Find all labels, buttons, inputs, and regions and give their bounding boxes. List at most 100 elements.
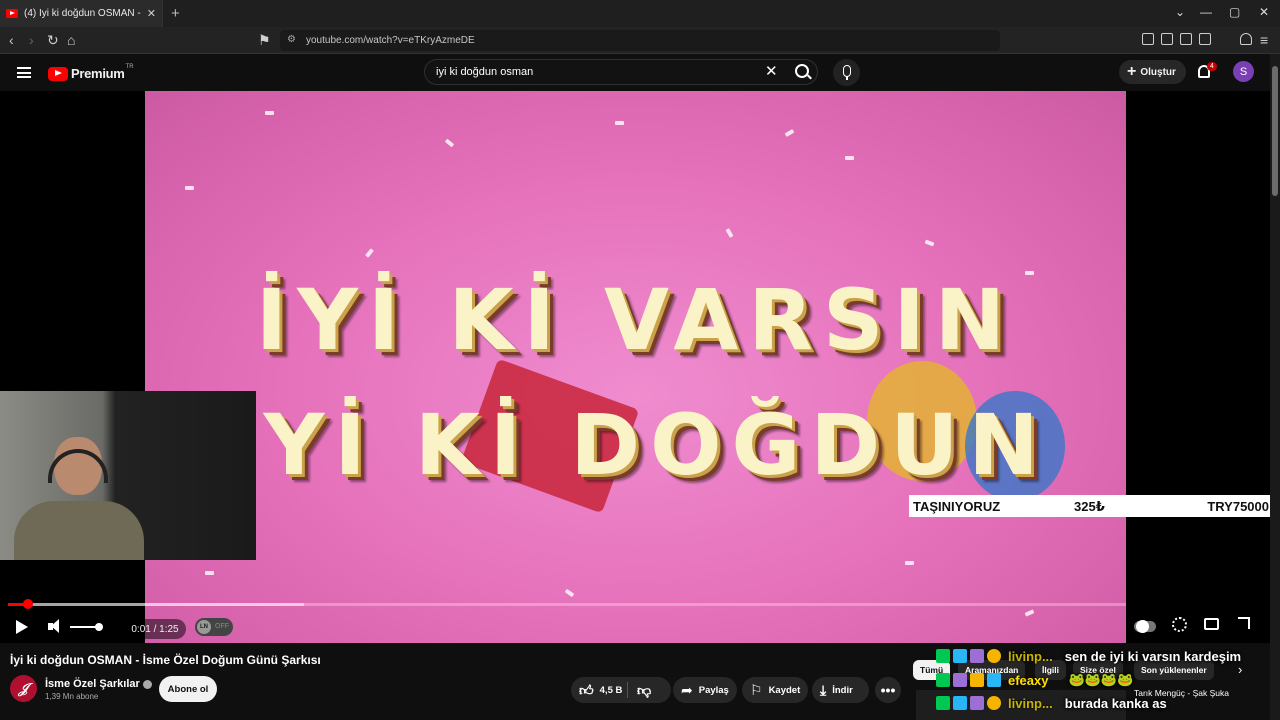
toggle-state: OFF: [215, 623, 229, 630]
channel-name-link[interactable]: İsme Özel Şarkılar: [45, 678, 152, 690]
thumbs-down-icon[interactable]: 👎︎: [637, 682, 651, 699]
download-label: İndir: [832, 684, 853, 696]
hamburger-menu-icon[interactable]: [17, 67, 31, 78]
tab-search-icon[interactable]: ⌄: [1175, 5, 1185, 19]
reload-icon[interactable]: ↻: [47, 32, 59, 48]
search-input[interactable]: iyi ki doğdun osman ✕: [424, 59, 818, 85]
url-bar[interactable]: ⚙ youtube.com/watch?v=eTKryAzmeDE: [280, 30, 1000, 51]
browser-tab[interactable]: (4) İyi ki doğdun OSMAN - İsme ✕: [0, 0, 163, 27]
youtube-favicon-icon: [6, 9, 18, 18]
tab-title: (4) İyi ki doğdun OSMAN - İsme: [24, 8, 143, 19]
like-dislike-group: 👍︎ 4,5 B 👎︎: [571, 677, 671, 703]
more-actions-button[interactable]: •••: [875, 677, 901, 703]
youtube-header: Premium TR iyi ki doğdun osman ✕ + Oluşt…: [0, 54, 1280, 91]
chat-badge-icon: [970, 696, 984, 710]
like-divider: [627, 682, 628, 698]
create-button[interactable]: + Oluştur: [1119, 60, 1186, 84]
music-icon[interactable]: [1161, 33, 1173, 45]
minimize-icon[interactable]: —: [1200, 5, 1212, 19]
video-player[interactable]: İYİ Kİ VARSIN İYİ Kİ DOĞDUN TAŞINIYORUZ …: [0, 91, 1271, 643]
forward-icon[interactable]: ›: [29, 32, 34, 48]
time-display: 0:01 / 1:25: [124, 619, 186, 639]
url-text: youtube.com/watch?v=eTKryAzmeDE: [306, 35, 475, 46]
clear-search-icon[interactable]: ✕: [765, 62, 778, 80]
scroll-thumb[interactable]: [1272, 66, 1278, 196]
chat-badge-icon: [953, 696, 967, 710]
bookmark-save-icon: ⚐: [750, 682, 763, 698]
voice-search-mic-icon[interactable]: [833, 59, 860, 86]
search-icon[interactable]: [795, 64, 809, 78]
video-text-line1: İYİ Kİ VARSIN: [255, 271, 1016, 369]
page-scrollbar[interactable]: [1270, 54, 1280, 720]
channel-name: İsme Özel Şarkılar: [45, 678, 140, 690]
sidebar-icon[interactable]: [1180, 33, 1192, 45]
chat-badge-icon: [953, 673, 967, 687]
chat-badge-icon: [936, 649, 950, 663]
like-count[interactable]: 4,5 B: [600, 685, 623, 696]
video-frame[interactable]: İYİ Kİ VARSIN İYİ Kİ DOĞDUN: [145, 91, 1126, 643]
wallet-icon[interactable]: [1199, 33, 1211, 45]
tab-close-icon[interactable]: ✕: [147, 7, 156, 20]
close-window-icon[interactable]: ✕: [1259, 5, 1269, 19]
chat-badge-icon: [987, 673, 1001, 687]
browser-toolbar: ‹ › ↻ ⌂ ⚑ ⚙ youtube.com/watch?v=eTKryAzm…: [0, 27, 1280, 54]
save-label: Kaydet: [768, 684, 801, 696]
progress-scrubber[interactable]: [23, 599, 34, 609]
chat-username: livinp...: [1008, 695, 1053, 711]
site-info-icon[interactable]: ⚙: [287, 34, 296, 45]
youtube-logo[interactable]: Premium TR: [48, 63, 134, 81]
subscriber-count: 1,39 Mn abone: [45, 692, 99, 701]
extension-toggle[interactable]: LN OFF: [195, 618, 233, 636]
subscribe-button[interactable]: Abone ol: [159, 676, 217, 702]
progress-buffered: [8, 603, 305, 606]
menu-icon[interactable]: ≡: [1260, 32, 1268, 48]
fullscreen-icon[interactable]: [1238, 617, 1250, 629]
volume-slider[interactable]: [70, 615, 104, 639]
back-icon[interactable]: ‹: [9, 32, 14, 48]
chat-badge-icon: [936, 696, 950, 710]
chat-message: efeaxy 🐸🐸🐸🐸: [936, 669, 1133, 691]
chat-badge-icon: [987, 649, 1001, 663]
settings-gear-icon[interactable]: [1172, 617, 1187, 632]
ticker-goal: TRY75000: [1207, 499, 1269, 514]
channel-avatar[interactable]: 𝒥: [10, 675, 37, 702]
bookmark-icon[interactable]: ⚑: [258, 32, 271, 48]
account-avatar[interactable]: S: [1233, 61, 1254, 82]
extension-icon[interactable]: [1142, 33, 1154, 45]
chat-badge-icon: [953, 649, 967, 663]
donation-ticker: TAŞINIYORUZ 325₺ TRY75000: [909, 495, 1271, 517]
create-label: Oluştur: [1140, 66, 1176, 78]
save-button[interactable]: ⚐ Kaydet: [742, 677, 808, 703]
volume-icon[interactable]: [48, 615, 64, 639]
logo-region: TR: [125, 63, 134, 70]
plus-icon: +: [1127, 63, 1137, 80]
browser-tab-strip: (4) İyi ki doğdun OSMAN - İsme ✕ + ⌄ — ▢…: [0, 0, 1280, 27]
verified-check-icon: [142, 679, 152, 689]
youtube-play-logo-icon: [48, 66, 68, 81]
progress-bar[interactable]: [8, 599, 1126, 609]
chat-username: livinp...: [1008, 648, 1053, 664]
ticker-label: TAŞINIYORUZ: [913, 499, 1001, 514]
download-button[interactable]: ⤓ İndir: [812, 677, 869, 703]
autoplay-toggle[interactable]: [1134, 620, 1156, 633]
maximize-icon[interactable]: ▢: [1229, 5, 1240, 19]
chat-text: burada kanka as: [1064, 695, 1167, 711]
play-button[interactable]: [14, 615, 30, 639]
subtitles-icon[interactable]: [1204, 618, 1219, 630]
thumbs-up-icon[interactable]: 👍︎: [579, 683, 594, 697]
webcam-overlay: [0, 391, 256, 560]
chat-username: efeaxy: [1008, 672, 1049, 688]
new-tab-button[interactable]: +: [171, 5, 180, 22]
chat-message: livinp... sen de iyi ki varsın kardeşim: [936, 645, 1241, 667]
video-text-line2: İYİ Kİ DOĞDUN: [222, 396, 1049, 494]
volume-knob[interactable]: [94, 623, 103, 631]
notification-count-badge: 4: [1207, 62, 1217, 71]
home-icon[interactable]: ⌂: [67, 32, 75, 48]
chat-message: livinp... burada kanka as: [936, 692, 1167, 714]
video-title: İyi ki doğdun OSMAN - İsme Özel Doğum Gü…: [10, 653, 321, 667]
logo-brand-text: Premium: [71, 66, 125, 81]
download-icon: ⤓: [820, 682, 827, 698]
chat-badge-icon: [970, 649, 984, 663]
share-button[interactable]: ➦ Paylaş: [673, 677, 737, 703]
shield-icon[interactable]: [1240, 33, 1252, 45]
